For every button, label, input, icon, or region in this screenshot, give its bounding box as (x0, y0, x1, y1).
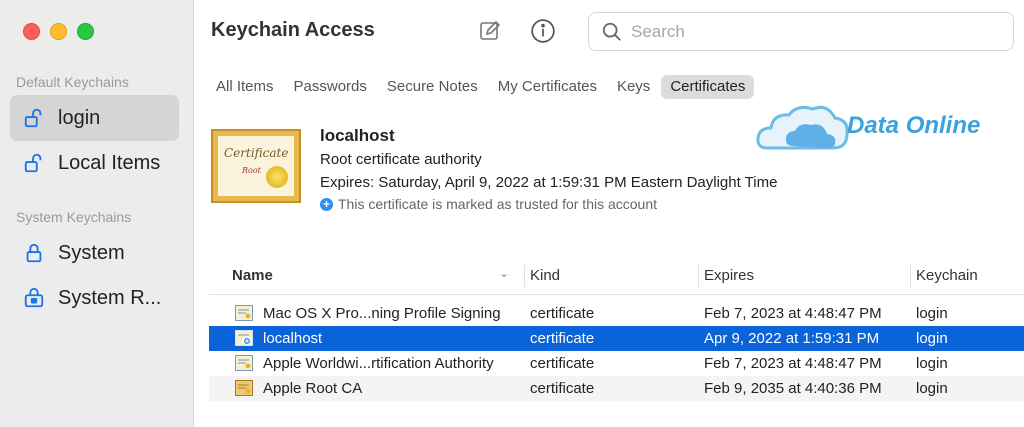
sidebar-item-system-roots[interactable]: System R... (10, 275, 179, 321)
sidebar-item-label: System (58, 241, 125, 264)
column-header-keychain[interactable]: Keychain (916, 267, 978, 284)
certificate-expiry: Expires: Saturday, April 9, 2022 at 1:59… (320, 174, 778, 191)
sidebar-item-local-items[interactable]: Local Items (10, 140, 179, 186)
minimize-button[interactable] (50, 23, 67, 40)
cell-expires: Feb 7, 2023 at 4:48:47 PM (704, 305, 882, 322)
search-field[interactable] (588, 12, 1014, 51)
tab-secure-notes[interactable]: Secure Notes (378, 75, 487, 99)
close-button[interactable] (23, 23, 40, 40)
certificate-name: localhost (320, 126, 395, 145)
table-row[interactable]: Mac OS X Pro...ning Profile Signing cert… (209, 301, 1024, 326)
cell-keychain: login (916, 355, 948, 372)
cell-expires: Feb 9, 2035 at 4:40:36 PM (704, 380, 882, 397)
cell-name: localhost (263, 330, 323, 347)
certificate-icon (235, 305, 253, 321)
toolbar: Keychain Access (195, 0, 1024, 66)
sidebar-item-label: login (58, 106, 101, 129)
column-header-expires[interactable]: Expires (704, 267, 754, 284)
sidebar-item-login[interactable]: login (10, 95, 179, 141)
column-header-name[interactable]: Name (232, 267, 273, 284)
certificate-icon (235, 355, 253, 371)
certificate-trust-status: + This certificate is marked as trusted … (320, 196, 657, 212)
cell-kind: certificate (530, 305, 595, 322)
cell-keychain: login (916, 380, 948, 397)
search-icon (602, 22, 621, 41)
certificate-icon (235, 380, 253, 396)
traffic-lights (23, 23, 94, 40)
tab-all-items[interactable]: All Items (207, 75, 283, 99)
certificate-type: Root certificate authority (320, 151, 482, 168)
lock-icon (22, 241, 46, 265)
trusted-certificate-icon (235, 330, 253, 346)
unlock-icon (22, 106, 46, 130)
tab-my-certificates[interactable]: My Certificates (489, 75, 606, 99)
zoom-button[interactable] (77, 23, 94, 40)
tab-passwords[interactable]: Passwords (285, 75, 376, 99)
sidebar-item-label: Local Items (58, 151, 161, 174)
cell-kind: certificate (530, 355, 595, 372)
table-body: Mac OS X Pro...ning Profile Signing cert… (209, 301, 1024, 401)
section-label-system-keychains: System Keychains (16, 209, 132, 225)
table-row[interactable]: Apple Worldwi...rtification Authority ce… (209, 351, 1024, 376)
cell-kind: certificate (530, 380, 595, 397)
cell-name: Apple Worldwi...rtification Authority (263, 355, 494, 372)
cell-name: Mac OS X Pro...ning Profile Signing (263, 305, 501, 322)
table-header: Name ⌄ Kind Expires Keychain (209, 263, 1024, 295)
cell-keychain: login (916, 330, 948, 347)
certificate-trust-text: This certificate is marked as trusted fo… (338, 196, 658, 212)
cloud-icon (756, 105, 849, 150)
certificates-table: Name ⌄ Kind Expires Keychain Mac OS X Pr… (209, 263, 1024, 401)
tab-keys[interactable]: Keys (608, 75, 659, 99)
certificate-image-subtitle: Root (242, 166, 261, 175)
cell-kind: certificate (530, 330, 595, 347)
cell-expires: Apr 9, 2022 at 1:59:31 PM (704, 330, 880, 347)
window-title: Keychain Access (211, 19, 375, 41)
table-row[interactable]: Apple Root CA certificate Feb 9, 2035 at… (209, 376, 1024, 401)
main-pane: Keychain Access All Items Passwords Secu… (195, 0, 1024, 427)
sidebar-item-label: System R... (58, 286, 162, 309)
sidebar-item-system[interactable]: System (10, 230, 179, 276)
info-icon[interactable] (529, 17, 557, 45)
section-label-default-keychains: Default Keychains (16, 74, 129, 90)
table-row[interactable]: localhost certificate Apr 9, 2022 at 1:5… (209, 326, 1024, 351)
seal-icon (266, 166, 288, 188)
watermark-text: Data Online (847, 112, 981, 139)
chevron-down-icon[interactable]: ⌄ (499, 266, 509, 280)
certificate-image: Certificate Root (211, 129, 301, 203)
cell-name: Apple Root CA (263, 380, 363, 397)
plus-circle-icon: + (320, 197, 333, 211)
watermark-logo: Data Online (755, 100, 1015, 158)
category-tabs: All Items Passwords Secure Notes My Cert… (207, 75, 755, 99)
sidebar: Default Keychains login Local Items Syst… (0, 0, 194, 427)
certificate-image-title: Certificate (224, 146, 289, 160)
column-header-kind[interactable]: Kind (530, 267, 560, 284)
search-input[interactable] (631, 21, 991, 42)
tab-certificates[interactable]: Certificates (661, 75, 755, 99)
compose-icon[interactable] (476, 17, 504, 45)
locked-folder-icon (22, 286, 46, 310)
unlock-icon (22, 151, 46, 175)
cell-expires: Feb 7, 2023 at 4:48:47 PM (704, 355, 882, 372)
cell-keychain: login (916, 305, 948, 322)
